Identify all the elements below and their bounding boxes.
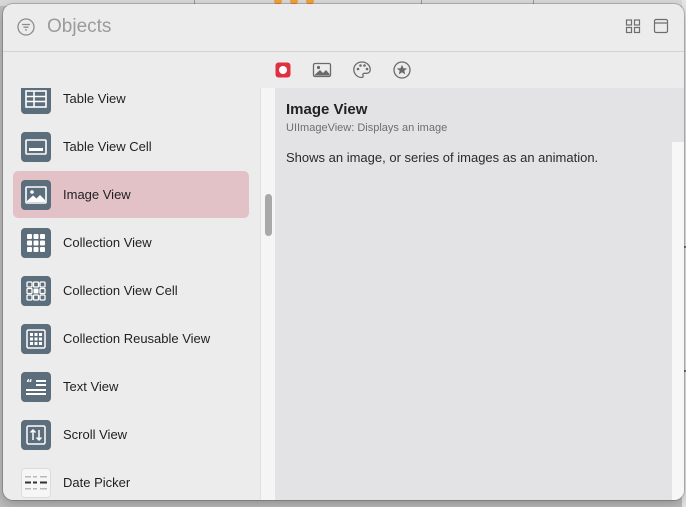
detail-subtitle: UIImageView: Displays an image (286, 122, 448, 134)
collection-view-cell-icon (21, 276, 51, 306)
search-field[interactable]: Objects (47, 15, 111, 39)
list-item-table-view[interactable]: Table View (13, 88, 249, 122)
svg-text:“: “ (26, 378, 33, 389)
list-item-collection-view-cell[interactable]: Collection View Cell (13, 267, 249, 314)
list-item-collection-reusable-view[interactable]: Collection Reusable View (13, 315, 249, 362)
list-item-scroll-view[interactable]: Scroll View (13, 411, 249, 458)
objects-icon[interactable] (273, 60, 293, 80)
list-item-table-view-cell[interactable]: Table View Cell (13, 123, 249, 170)
star-icon[interactable] (392, 60, 412, 80)
filter-icon[interactable] (17, 18, 35, 36)
detail-title: Image View (286, 101, 368, 118)
library-header: Objects (3, 4, 684, 52)
list-scrollbar[interactable] (260, 88, 275, 500)
table-view-cell-icon (21, 132, 51, 162)
palette-icon[interactable] (352, 60, 372, 80)
object-detail-pane: Image View UIImageView: Displays an imag… (275, 88, 684, 500)
library-tabs (3, 52, 684, 88)
date-picker-icon (21, 468, 51, 498)
object-list: Table View Table View Cell Image View Co… (3, 88, 260, 500)
window-view-icon[interactable] (653, 18, 669, 34)
list-item-date-picker[interactable]: Date Picker (13, 459, 249, 500)
object-library-panel: Objects Table View Table View Cell Image… (3, 4, 684, 500)
list-item-collection-view[interactable]: Collection View (13, 219, 249, 266)
list-item-image-view[interactable]: Image View (13, 171, 249, 218)
image-icon[interactable] (312, 60, 332, 80)
list-scrollbar-thumb[interactable] (265, 194, 272, 236)
grid-view-icon[interactable] (625, 18, 641, 34)
collection-reusable-view-icon (21, 324, 51, 354)
text-view-icon: “ (21, 372, 51, 402)
detail-description: Shows an image, or series of images as a… (286, 150, 599, 165)
collection-view-icon (21, 228, 51, 258)
image-view-icon (21, 180, 51, 210)
table-view-icon (21, 88, 51, 114)
scroll-view-icon (21, 420, 51, 450)
list-item-text-view[interactable]: “ Text View (13, 363, 249, 410)
detail-scrollbar[interactable] (672, 142, 684, 500)
